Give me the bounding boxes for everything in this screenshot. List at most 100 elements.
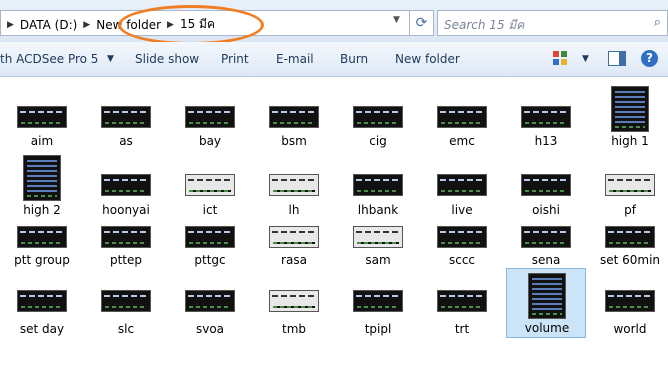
image-thumbnail [528,273,566,319]
file-name-label: svoa [195,322,225,336]
image-thumbnail [437,290,487,312]
file-name-label: hoonyai [102,203,150,217]
file-name-label: rasa [281,253,307,267]
file-name-label: set day [19,322,65,336]
file-name-label: ptt group [14,253,70,267]
image-thumbnail [23,155,61,201]
file-name-label: volume [524,321,570,335]
file-item[interactable]: slc [86,272,166,340]
email-button[interactable]: E-mail [276,52,314,66]
file-item[interactable]: high 2 [2,152,82,221]
file-item[interactable]: lh [254,152,334,221]
file-item[interactable]: ict [170,152,250,221]
file-item[interactable]: set 60min [590,216,668,271]
file-name-label: slc [117,322,135,336]
file-item[interactable]: sam [338,216,418,271]
image-thumbnail [605,226,655,248]
address-bar[interactable]: ▶ DATA (D:) ▶ New folder ▶ 15 มีค ▼ [0,10,410,36]
file-item[interactable]: sccc [422,216,502,271]
search-box[interactable]: Search 15 มีค ⌕ [437,10,668,36]
file-item[interactable]: tmb [254,272,334,340]
file-item[interactable]: volume [506,268,586,338]
breadcrumb-separator-icon[interactable]: ▶ [165,20,176,30]
file-item[interactable]: live [422,152,502,221]
file-name-label: sam [365,253,391,267]
file-item[interactable]: world [590,272,668,340]
file-item[interactable]: lhbank [338,152,418,221]
breadcrumb-folder[interactable]: New folder [92,18,165,32]
print-button[interactable]: Print [221,52,249,66]
file-item[interactable]: cig [338,76,418,152]
file-item[interactable]: pttep [86,216,166,271]
image-thumbnail [101,226,151,248]
image-thumbnail [185,290,235,312]
address-dropdown-icon[interactable]: ▼ [393,15,400,25]
breadcrumb-separator-icon[interactable]: ▶ [5,20,16,30]
file-item[interactable]: aim [2,76,82,152]
image-thumbnail [101,290,151,312]
breadcrumb-drive[interactable]: DATA (D:) [16,18,81,32]
file-name-label: emc [449,134,475,148]
file-name-label: pttep [109,253,143,267]
image-thumbnail [437,174,487,196]
image-thumbnail [269,174,319,196]
breadcrumb: ▶ DATA (D:) ▶ New folder ▶ 15 มีค [5,15,219,34]
file-item[interactable]: ptt group [2,216,82,271]
file-item[interactable]: pttgc [170,216,250,271]
file-item[interactable]: bsm [254,76,334,152]
image-thumbnail [605,290,655,312]
slide-show-button[interactable]: Slide show [135,52,199,66]
open-with-button[interactable]: th ACDSee Pro 5 [0,52,98,66]
image-thumbnail [269,226,319,248]
refresh-icon: ⟳ [415,15,428,31]
file-item[interactable]: set day [2,272,82,340]
file-item[interactable]: trt [422,272,502,340]
search-icon[interactable]: ⌕ [654,15,661,30]
image-thumbnail [437,226,487,248]
open-with-dropdown-icon[interactable]: ▼ [107,54,114,64]
help-icon[interactable]: ? [641,50,658,67]
file-item[interactable]: as [86,76,166,152]
file-item[interactable]: sena [506,216,586,271]
file-item[interactable]: svoa [170,272,250,340]
view-dropdown-icon[interactable]: ▼ [582,54,589,64]
file-name-label: lh [288,203,300,217]
file-name-label: pf [624,203,636,217]
image-thumbnail [269,290,319,312]
file-item[interactable]: pf [590,152,668,221]
preview-pane-icon[interactable] [608,51,626,66]
file-name-label: cig [369,134,387,148]
file-name-label: sccc [448,253,476,267]
image-thumbnail [353,174,403,196]
file-item[interactable]: tpipl [338,272,418,340]
file-item[interactable]: high 1 [590,76,668,152]
image-thumbnail [17,106,67,128]
file-item[interactable]: hoonyai [86,152,166,221]
address-bar-area: ▶ DATA (D:) ▶ New folder ▶ 15 มีค ▼ ⟳ Se… [0,0,668,43]
image-thumbnail [185,106,235,128]
image-thumbnail [605,174,655,196]
file-name-label: bay [198,134,222,148]
file-name-label: sena [531,253,561,267]
image-thumbnail [101,174,151,196]
file-name-label: high 2 [23,203,61,217]
image-thumbnail [353,226,403,248]
refresh-button[interactable]: ⟳ [410,10,434,36]
breadcrumb-separator-icon[interactable]: ▶ [81,20,92,30]
file-name-label: as [119,134,133,148]
file-name-label: live [451,203,473,217]
breadcrumb-current[interactable]: 15 มีค [176,15,219,34]
file-item[interactable]: h13 [506,76,586,152]
file-name-label: pttgc [194,253,226,267]
change-view-icon[interactable] [553,51,569,67]
file-item[interactable]: emc [422,76,502,152]
file-item[interactable]: oishi [506,152,586,221]
file-item[interactable]: bay [170,76,250,152]
file-name-label: high 1 [611,134,649,148]
file-name-label: tmb [281,322,306,336]
burn-button[interactable]: Burn [340,52,368,66]
new-folder-button[interactable]: New folder [395,52,460,66]
command-toolbar: th ACDSee Pro 5 ▼ Slide show Print E-mai… [0,42,668,77]
file-name-label: set 60min [599,253,661,267]
file-item[interactable]: rasa [254,216,334,271]
